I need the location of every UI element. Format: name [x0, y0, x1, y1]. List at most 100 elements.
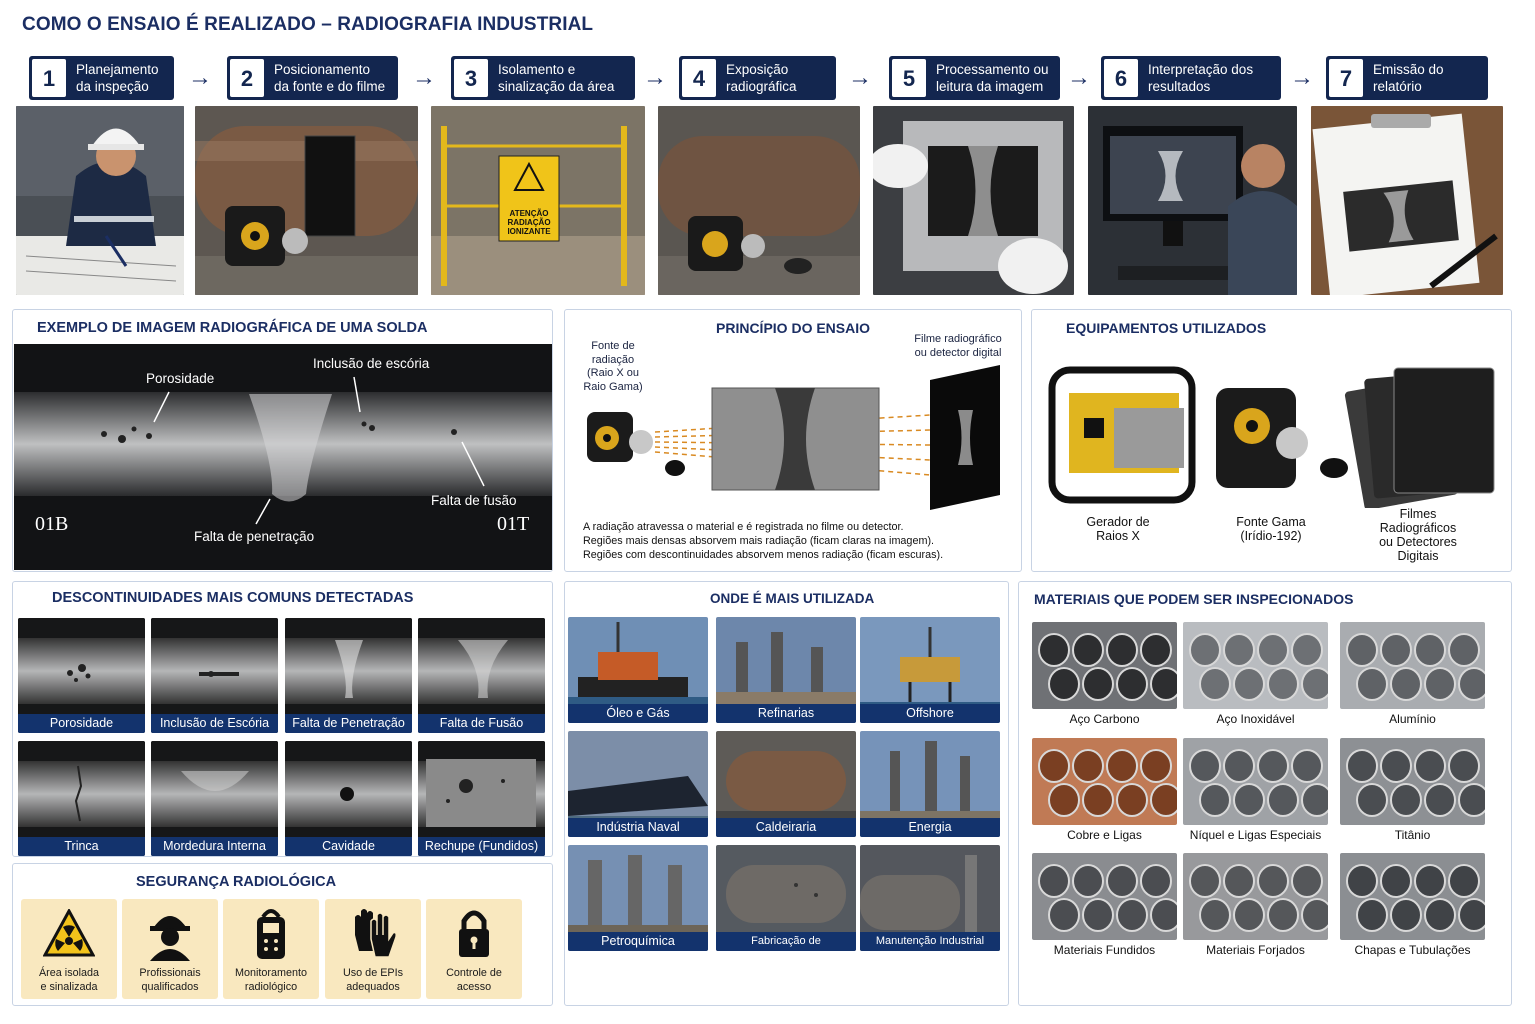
discontinuity-tile: Falta de Penetração — [285, 618, 412, 733]
discontinuity-tile: Inclusão de Escória — [151, 618, 278, 733]
discontinuity-tile: Porosidade — [18, 618, 145, 733]
step-number: 6 — [1104, 59, 1138, 97]
step-label-line1: Isolamento e — [498, 62, 576, 77]
material-image — [1340, 853, 1485, 940]
material-image — [1032, 622, 1177, 709]
material-label: Materiais Fundidos — [1053, 943, 1156, 957]
step-number: 3 — [454, 59, 488, 97]
principle-text-line: A radiação atravessa o material e é regi… — [583, 521, 904, 533]
step-1: 1 Planejamento da inspeção — [29, 56, 174, 100]
equipment-caption-films: Filmes Radiográficos ou Detectores Digit… — [1368, 507, 1468, 563]
safety-caption-line: qualificados — [141, 981, 199, 993]
usage-label: Energia — [860, 818, 1000, 837]
material-label: Materiais Forjados — [1206, 943, 1305, 957]
dosimeter-icon — [257, 909, 285, 959]
warning-sign-line3: IONIZANTE — [507, 227, 551, 236]
step-label-line2: sinalização da área — [498, 79, 615, 94]
usage-tile: Offshore — [860, 617, 1000, 723]
usage-label: Refinarias — [716, 704, 856, 723]
material-label: Alumínio — [1389, 712, 1436, 726]
step-number: 5 — [892, 59, 926, 97]
discontinuity-tile: Falta de Fusão — [418, 618, 545, 733]
step-number: 4 — [682, 59, 716, 97]
material-image — [1032, 853, 1177, 940]
material-image — [1183, 853, 1328, 940]
step-3: 3 Isolamento e sinalização da área — [451, 56, 635, 100]
safety-caption-line: e sinalizada — [40, 981, 98, 993]
safety-caption-line: adequados — [346, 981, 400, 993]
safety-caption-line: Área isolada — [38, 967, 100, 979]
step-5: 5 Processamento ou leitura da imagem — [889, 56, 1060, 100]
safety-item-qualified: Profissionais qualificados — [122, 899, 218, 999]
step-label-line1: Exposição — [726, 62, 789, 77]
usage-label: Petroquímica — [568, 932, 708, 951]
arrow-right-icon: → — [412, 64, 436, 91]
step-label-line2: da inspeção — [76, 79, 149, 94]
principle-text: A radiação atravessa o material e é regi… — [583, 520, 943, 562]
material-label: Aço Inoxidável — [1216, 712, 1295, 726]
step-number: 7 — [1329, 59, 1363, 97]
warning-sign-line2: RADIAÇÃO — [507, 218, 550, 227]
equipment-caption-line: Radiográficos — [1379, 521, 1457, 535]
discontinuity-label: Falta de Fusão — [418, 714, 545, 733]
step-label-line2: relatório — [1373, 79, 1422, 94]
usage-tile: Refinarias — [716, 617, 856, 723]
material-image — [1183, 622, 1328, 709]
usage-tile: Óleo e Gás — [568, 617, 708, 723]
safety-item-access-control: Controle de acesso — [426, 899, 522, 999]
usage-tile: Indústria Naval — [568, 731, 708, 837]
discontinuity-label: Inclusão de Escória — [151, 714, 278, 733]
photo-image-reading — [873, 106, 1074, 295]
discontinuity-label: Falta de Penetração — [285, 714, 412, 733]
material-image — [1340, 738, 1485, 825]
discontinuities-title: DESCONTINUIDADES MAIS COMUNS DETECTADAS — [52, 590, 414, 606]
material-label: Aço Carbono — [1069, 712, 1140, 726]
photo-report — [1311, 106, 1503, 295]
discontinuity-label: Porosidade — [18, 714, 145, 733]
weld-example-title: EXEMPLO DE IMAGEM RADIOGRÁFICA DE UMA SO… — [37, 320, 428, 336]
page-title: COMO O ENSAIO É REALIZADO – RADIOGRAFIA … — [22, 14, 594, 35]
material-image — [1183, 738, 1328, 825]
equipment-caption-line: (Irídio-192) — [1240, 529, 1302, 543]
worker-helmet-icon — [150, 916, 190, 961]
step-label-line1: Planejamento — [76, 62, 159, 77]
photo-result-interpretation — [1088, 106, 1297, 295]
principle-title: PRINCÍPIO DO ENSAIO — [716, 320, 871, 336]
arrow-right-icon: → — [848, 64, 872, 91]
arrow-right-icon: → — [1067, 64, 1091, 91]
principle-text-line: Regiões com descontinuidades absorvem me… — [583, 549, 944, 561]
principle-diagram — [575, 360, 1015, 510]
warning-sign-line1: ATENÇÃO — [510, 209, 549, 218]
discontinuity-label: Rechupe (Fundidos) — [418, 837, 545, 856]
principle-text-line: Regiões mais densas absorvem mais radiaç… — [583, 535, 935, 547]
equipment-caption-line: Filmes — [1399, 507, 1437, 521]
photo-source-positioning — [195, 106, 418, 295]
step-label-line1: Posicionamento — [274, 62, 371, 77]
arrow-right-icon: → — [188, 64, 212, 91]
safety-caption-line: Controle de — [446, 967, 502, 979]
step-label-line2: da fonte e do filme — [274, 79, 386, 94]
film-label-line: Filme radiográfico — [914, 333, 1002, 345]
step-label-line2: radiográfica — [726, 79, 797, 94]
step-label-line1: Emissão do — [1373, 62, 1444, 77]
usage-label: Offshore — [860, 704, 1000, 723]
discontinuity-label: Cavidade — [285, 837, 412, 856]
discontinuity-tile: Cavidade — [285, 741, 412, 856]
equipment-caption-line: Gerador de — [1086, 515, 1150, 529]
film-label: Filme radiográfico ou detector digital — [908, 333, 1008, 360]
usage-title: ONDE É MAIS UTILIZADA — [710, 591, 875, 606]
usage-label: Manutenção Industrial — [860, 932, 1000, 951]
usage-tile: Manutenção Industrial — [860, 845, 1000, 951]
safety-title: SEGURANÇA RADIOLÓGICA — [136, 874, 337, 890]
padlock-icon — [459, 910, 489, 957]
usage-tile: Fabricação de Equipamentos — [716, 845, 856, 951]
safety-caption-line: Profissionais — [139, 967, 201, 979]
safety-item-monitoring: Monitoramento radiológico — [223, 899, 319, 999]
safety-item-isolated-area: Área isolada e sinalizada — [21, 899, 117, 999]
equipment-caption-line: ou Detectores — [1379, 535, 1457, 549]
photo-radiographic-exposure — [658, 106, 860, 295]
radiation-warning-icon — [43, 909, 95, 957]
equipment-caption-line: Fonte Gama — [1236, 515, 1306, 529]
safety-caption-line: acesso — [456, 981, 492, 993]
source-label-line: Fonte de — [591, 340, 635, 352]
